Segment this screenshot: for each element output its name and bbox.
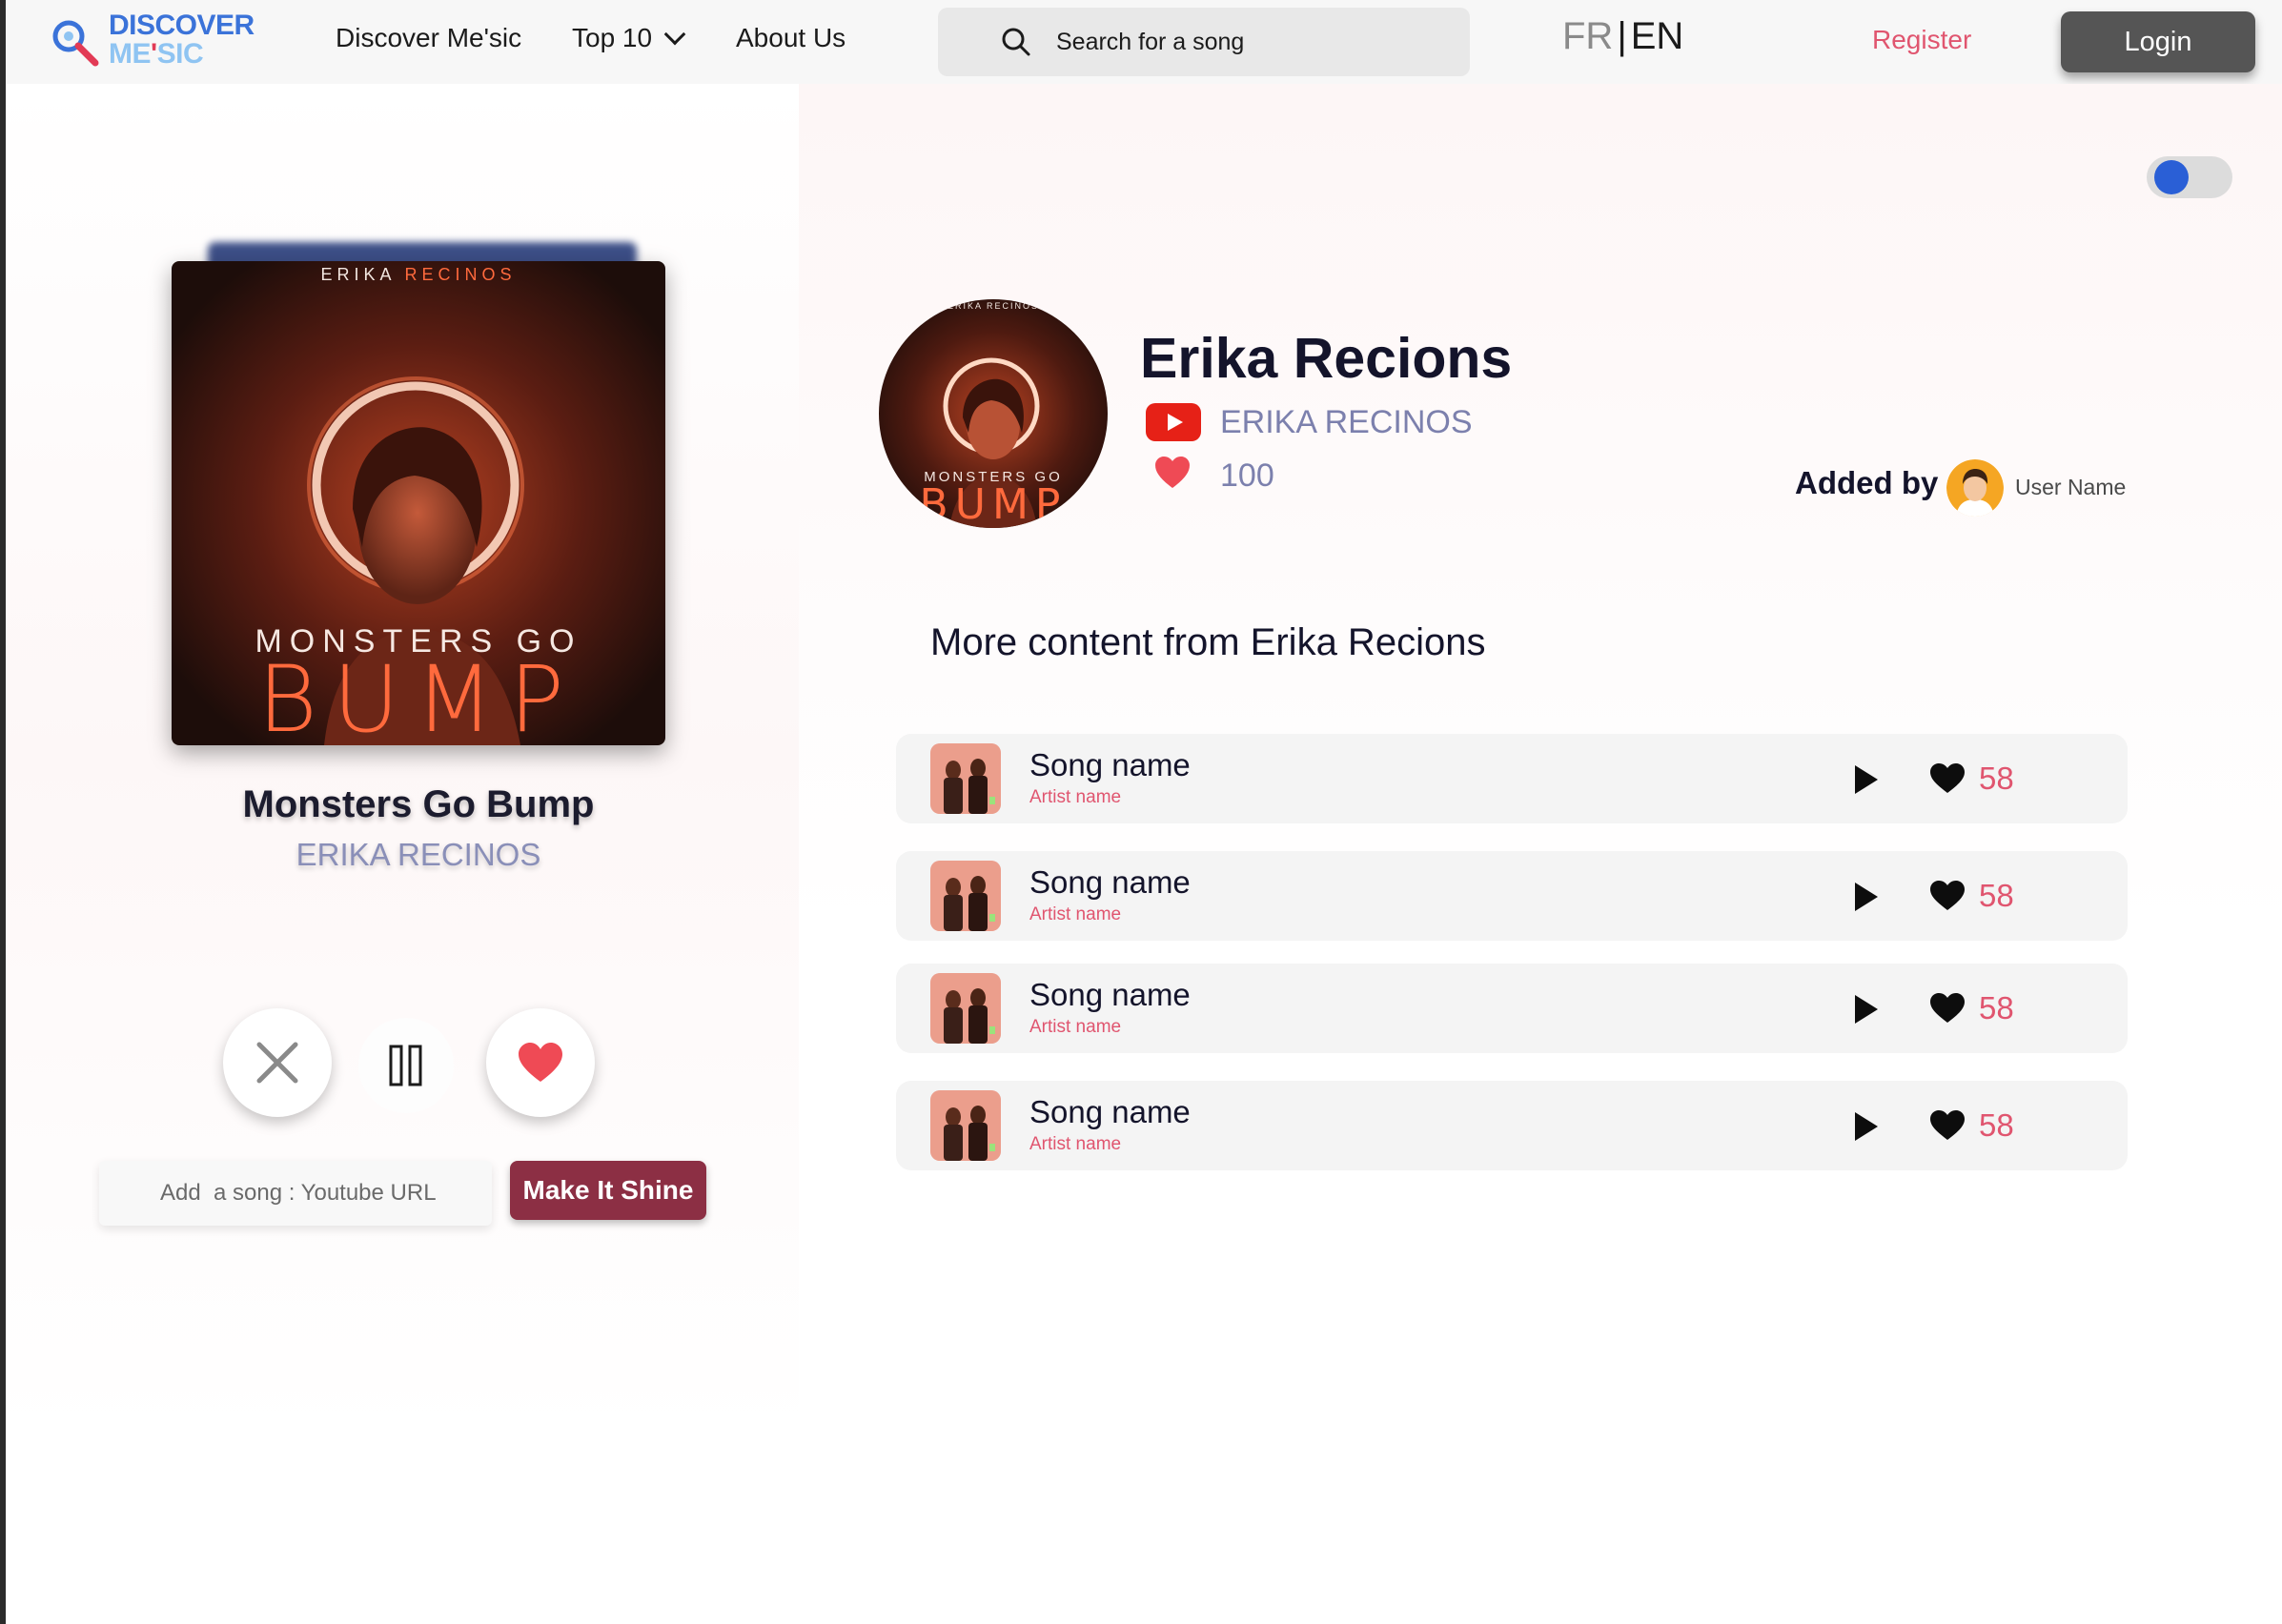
song-like-count: 58: [1979, 761, 2014, 796]
play-icon[interactable]: [1853, 763, 1880, 796]
song-name: Song name: [1029, 747, 1191, 782]
heart-icon[interactable]: [1929, 992, 1966, 1025]
more-content-title: More content from Erika Recions: [930, 621, 1486, 663]
heart-icon: [1155, 457, 1190, 488]
song-name: Song name: [1029, 864, 1191, 900]
close-icon: [256, 1042, 298, 1084]
album-cover: ERIKA RECINOS MONSTERS GO BUMP: [172, 261, 665, 745]
logo-line-2-c: SIC: [156, 38, 204, 70]
nav-link-about[interactable]: About Us: [736, 23, 846, 53]
heart-icon[interactable]: [1929, 880, 1966, 912]
song-thumbnail-art: [930, 1090, 1001, 1161]
youtube-channel-name[interactable]: ERIKA RECINOS: [1220, 404, 1473, 441]
added-by-label: Added by: [1795, 465, 1939, 500]
song-like-count: 58: [1979, 1107, 2014, 1143]
youtube-url-input[interactable]: [99, 1161, 492, 1226]
song-row[interactable]: Song name Artist name 58: [896, 734, 2128, 823]
song-thumbnail-art: [930, 973, 1001, 1044]
search-bar[interactable]: Search for a song: [938, 8, 1470, 76]
logo-line-2: ME'SIC: [109, 40, 255, 69]
nav-link-top10[interactable]: Top 10: [572, 23, 686, 53]
heart-icon: [519, 1043, 562, 1082]
song-thumbnail: [930, 861, 1001, 931]
theme-toggle[interactable]: [2147, 156, 2232, 198]
artist-name: Erika Recions: [1140, 327, 1513, 390]
added-by-user-name[interactable]: User Name: [2015, 475, 2126, 500]
heart-icon[interactable]: [1929, 1109, 1966, 1142]
search-placeholder: Search for a song: [1056, 29, 1245, 55]
heart-icon[interactable]: [1929, 762, 1966, 795]
pause-button[interactable]: [358, 1018, 454, 1113]
song-artist: Artist name: [1029, 787, 1122, 807]
cover-artist-first: ERIKA: [320, 265, 396, 284]
cover-artist-last: RECINOS: [404, 265, 517, 284]
artist-avatar: ERIKA RECINOS MONSTERS GO BUMP: [879, 299, 1108, 528]
lang-en[interactable]: EN: [1631, 15, 1684, 57]
cover-artist-text: ERIKA RECINOS: [172, 265, 665, 285]
user-avatar[interactable]: [1946, 459, 2004, 517]
song-thumbnail: [930, 743, 1001, 814]
user-avatar-icon: [1946, 459, 2004, 517]
song-thumbnail-art: [930, 861, 1001, 931]
skip-button[interactable]: [223, 1008, 332, 1117]
chevron-down-icon: [663, 23, 686, 46]
search-icon: [1002, 28, 1030, 56]
artist-like-count: 100: [1220, 457, 1274, 494]
logo-line-2-accent: ': [151, 38, 157, 70]
song-row[interactable]: Song name Artist name 58: [896, 851, 2128, 941]
song-like-count: 58: [1979, 990, 2014, 1025]
song-artist: Artist name: [1029, 1017, 1122, 1037]
song-row[interactable]: Song name Artist name 58: [896, 964, 2128, 1053]
now-playing-artist: ERIKA RECINOS: [295, 837, 541, 872]
song-like-count: 58: [1979, 878, 2014, 913]
avatar-big-text: BUMP: [919, 480, 1068, 528]
nav-link-top10-label: Top 10: [572, 23, 653, 52]
pause-icon: [389, 1045, 422, 1086]
logo-line-1: DISCOVER: [109, 10, 255, 41]
cover-title-big: BUMP: [257, 646, 580, 745]
login-button[interactable]: Login: [2061, 11, 2255, 72]
song-name: Song name: [1029, 1094, 1191, 1129]
song-thumbnail: [930, 1090, 1001, 1161]
logo-line-2-a: ME: [109, 38, 152, 70]
lang-separator: |: [1617, 15, 1627, 57]
lang-fr[interactable]: FR: [1562, 15, 1613, 57]
youtube-icon[interactable]: [1146, 403, 1201, 441]
nav-link-discover[interactable]: Discover Me'sic: [336, 23, 521, 53]
language-switcher: FR | EN: [1562, 15, 1683, 58]
app-window: DISCOVER ME'SIC Discover Me'sic Top 10 A…: [6, 0, 2282, 1624]
register-link[interactable]: Register: [1872, 25, 1971, 55]
song-row[interactable]: Song name Artist name 58: [896, 1081, 2128, 1170]
logo-text: DISCOVER ME'SIC: [109, 11, 255, 69]
avatar-top-text: ERIKA RECINOS: [947, 301, 1040, 311]
make-it-shine-button[interactable]: Make It Shine: [510, 1161, 706, 1220]
play-icon[interactable]: [1853, 993, 1880, 1025]
like-song-button[interactable]: [486, 1008, 595, 1117]
navbar: DISCOVER ME'SIC Discover Me'sic Top 10 A…: [6, 0, 2282, 85]
song-thumbnail: [930, 973, 1001, 1044]
song-thumbnail-art: [930, 743, 1001, 814]
magnifier-logo-icon: [52, 20, 99, 67]
song-artist: Artist name: [1029, 1134, 1122, 1154]
song-name: Song name: [1029, 977, 1191, 1012]
song-artist: Artist name: [1029, 904, 1122, 924]
now-playing-title: Monsters Go Bump: [242, 783, 595, 825]
toggle-knob: [2154, 160, 2189, 194]
play-icon[interactable]: [1853, 1110, 1880, 1143]
play-icon[interactable]: [1853, 881, 1880, 913]
